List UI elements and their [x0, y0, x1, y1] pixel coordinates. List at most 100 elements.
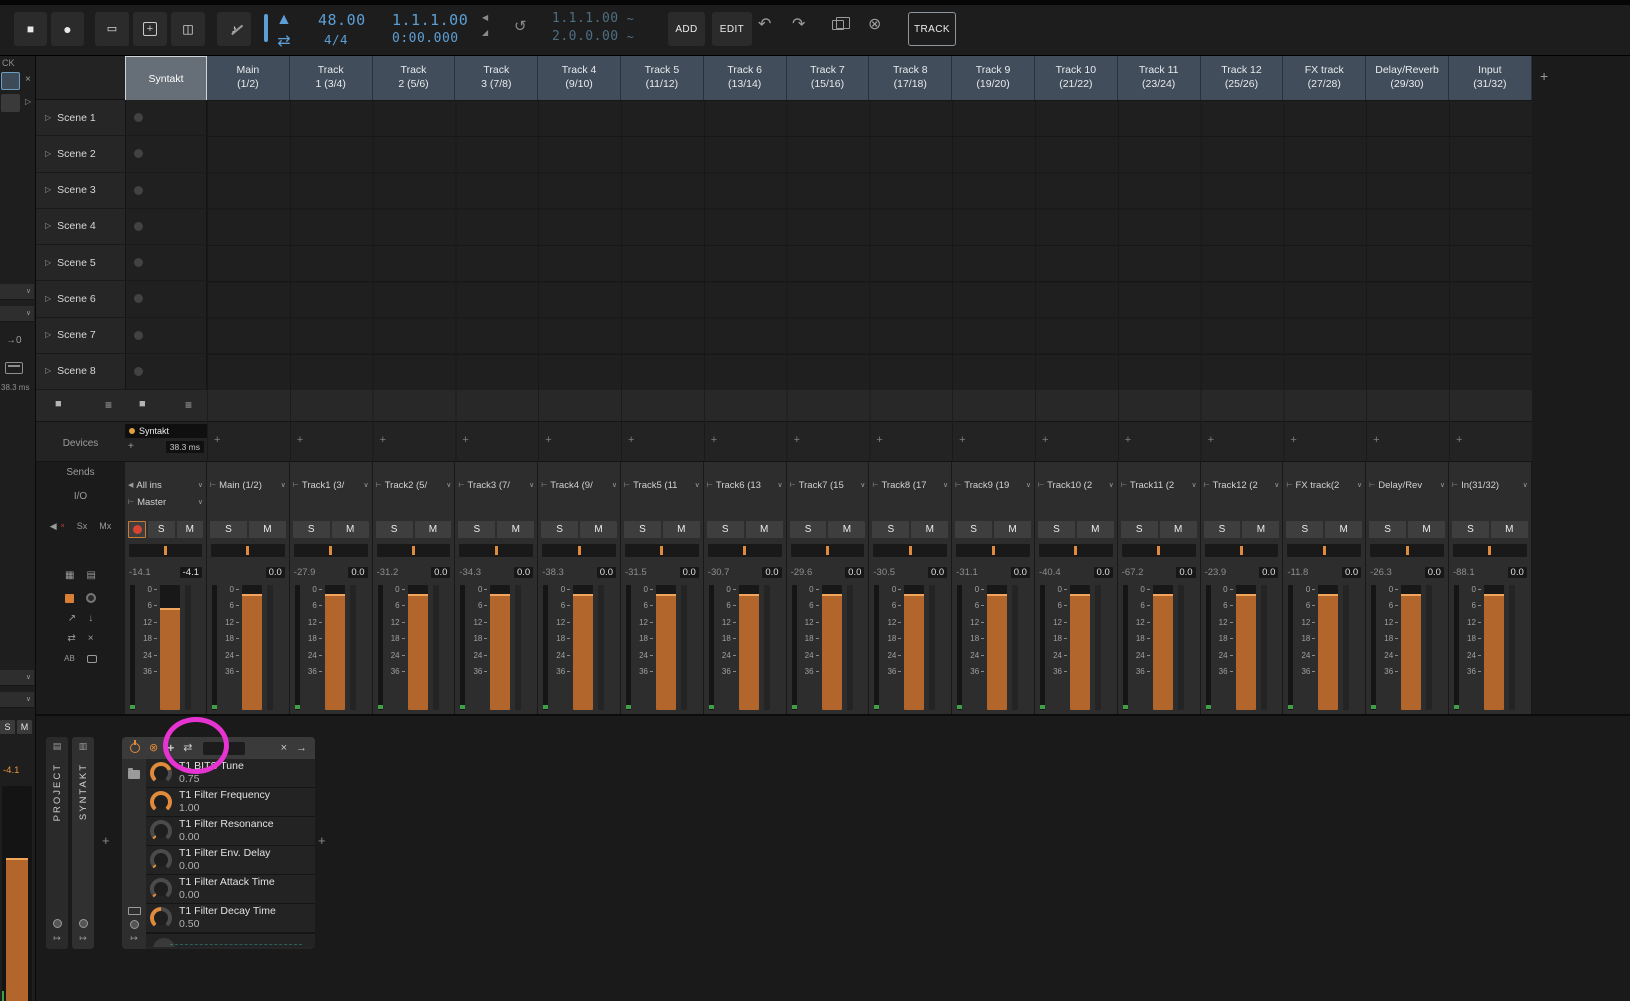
pan-control[interactable] [377, 544, 451, 557]
output-routing-select[interactable]: Main (1/2) [210, 478, 286, 493]
volume-fader[interactable] [1070, 585, 1090, 710]
scene-play-icon[interactable] [45, 259, 51, 267]
pan-control[interactable] [873, 544, 947, 557]
sidebar-item-sends[interactable]: Sends [36, 467, 125, 478]
fader-value[interactable]: -4.1 [3, 765, 19, 776]
parameter-value[interactable]: 0.00 [179, 831, 274, 844]
fader-value[interactable]: 0.0 [1176, 567, 1195, 578]
mute-button[interactable]: M [828, 521, 865, 538]
add-device-cell[interactable] [1283, 422, 1366, 462]
track-header[interactable]: Track 9 (19/20) [952, 56, 1035, 100]
mute-button[interactable]: M [746, 521, 783, 538]
tab-syntakt[interactable]: SYNTAKT [72, 737, 94, 949]
volume-fader[interactable] [160, 585, 180, 710]
remote-controls-icon[interactable] [167, 742, 174, 754]
expand-arrow-icon[interactable] [296, 743, 307, 754]
grid-view-icon[interactable] [65, 571, 74, 581]
volume-fader[interactable] [2, 786, 32, 1001]
shuffle-icon[interactable] [277, 34, 290, 50]
duplicate-button[interactable] [832, 20, 844, 30]
scene-launcher[interactable]: Scene 5 [36, 245, 125, 280]
fader-value[interactable]: 0.0 [1425, 567, 1444, 578]
arm-record-button[interactable] [128, 521, 146, 538]
volume-fader[interactable] [242, 585, 262, 710]
clip-section-icon[interactable] [65, 594, 74, 603]
scene-play-icon[interactable] [45, 114, 51, 122]
bypass-icon[interactable] [149, 743, 158, 754]
power-dot-icon[interactable] [130, 920, 139, 929]
mute-button[interactable]: M [332, 521, 369, 538]
output-routing-select[interactable]: Track11 (2 [1121, 478, 1197, 493]
add-device-cell[interactable] [1201, 422, 1284, 462]
panel-button[interactable] [1, 94, 20, 112]
pan-control[interactable] [542, 544, 616, 557]
fader-value[interactable]: 0.0 [1011, 567, 1030, 578]
volume-fader[interactable] [739, 585, 759, 710]
mute-button[interactable]: M [17, 720, 32, 734]
mute-button[interactable]: M [1408, 521, 1445, 538]
mute-button[interactable]: M [1077, 521, 1114, 538]
cancel-button[interactable] [868, 17, 881, 33]
loop-length[interactable]: 2.0.0.00 [552, 29, 619, 44]
loop-icon[interactable] [514, 19, 527, 34]
fader-value[interactable]: 0.0 [514, 567, 533, 578]
expand-icon[interactable] [25, 98, 31, 106]
pan-control[interactable] [211, 544, 285, 557]
clip-slot[interactable] [125, 173, 207, 208]
comment-bubble-icon[interactable] [87, 655, 97, 663]
track-header[interactable]: Track 11 (23/24) [1118, 56, 1201, 100]
add-device-cell[interactable] [1118, 422, 1201, 462]
dropdown-partial[interactable] [0, 284, 34, 300]
parameter-knob[interactable] [150, 849, 172, 871]
fader-value[interactable]: 0.0 [1259, 567, 1278, 578]
pan-control[interactable] [294, 544, 368, 557]
add-device-icon[interactable] [128, 442, 134, 452]
scene-launcher[interactable]: Scene 8 [36, 354, 125, 389]
output-routing-select[interactable]: Track8 (17 [872, 478, 948, 493]
track-header[interactable]: Track 2 (5/6) [373, 56, 456, 100]
parameter-knob[interactable] [150, 820, 172, 842]
output-routing-select[interactable]: Track3 (7/ [458, 478, 534, 493]
output-routing-select[interactable]: Track2 (5/ [376, 478, 452, 493]
volume-fader[interactable] [1318, 585, 1338, 710]
dual-panel-button[interactable] [171, 12, 205, 46]
pan-control[interactable] [956, 544, 1030, 557]
volume-fader[interactable] [904, 585, 924, 710]
add-device-cell[interactable] [290, 422, 373, 462]
pan-control[interactable] [1122, 544, 1196, 557]
add-device-cell[interactable] [1449, 422, 1532, 462]
solo-button[interactable]: S [1204, 521, 1241, 538]
output-routing-select[interactable]: Track12 (2 [1204, 478, 1280, 493]
clip-slot[interactable] [125, 136, 207, 171]
volume-fader[interactable] [822, 585, 842, 710]
solo-button[interactable]: S [376, 521, 413, 538]
mute-exclusive-icon[interactable]: Mx [99, 522, 111, 531]
display-icon[interactable] [5, 362, 23, 374]
track-mode-button[interactable]: TRACK [908, 12, 956, 46]
track-list-icon[interactable] [185, 399, 192, 411]
pan-section-icon[interactable] [86, 593, 96, 603]
parameter-knob[interactable] [150, 791, 172, 813]
input-routing-select[interactable]: All ins [128, 478, 203, 493]
mute-button[interactable]: M [994, 521, 1031, 538]
add-device-cell[interactable] [538, 422, 621, 462]
note-mute-button[interactable] [217, 12, 251, 46]
scene-launcher[interactable]: Scene 3 [36, 173, 125, 208]
redo-button[interactable] [792, 17, 805, 33]
volume-fader[interactable] [656, 585, 676, 710]
track-header[interactable]: Track 1 (3/4) [290, 56, 373, 100]
scene-play-icon[interactable] [45, 186, 51, 194]
track-header[interactable]: Main (1/2) [207, 56, 290, 100]
tab-project[interactable]: PROJECT [46, 737, 68, 949]
add-button[interactable]: ADD [668, 12, 705, 46]
parameter-value[interactable]: 0.75 [179, 773, 244, 786]
output-routing-select[interactable]: Track9 (19 [955, 478, 1031, 493]
solo-button[interactable]: S [955, 521, 992, 538]
output-routing-select[interactable]: Track5 (11 [624, 478, 700, 493]
parameter-value[interactable]: 0.00 [179, 860, 270, 873]
power-dot-icon[interactable] [79, 919, 88, 928]
punch-in-icon[interactable] [482, 14, 488, 22]
solo-exclusive-icon[interactable]: Sx [77, 522, 88, 531]
mute-button[interactable]: M [415, 521, 452, 538]
dropdown-partial[interactable] [0, 692, 34, 708]
